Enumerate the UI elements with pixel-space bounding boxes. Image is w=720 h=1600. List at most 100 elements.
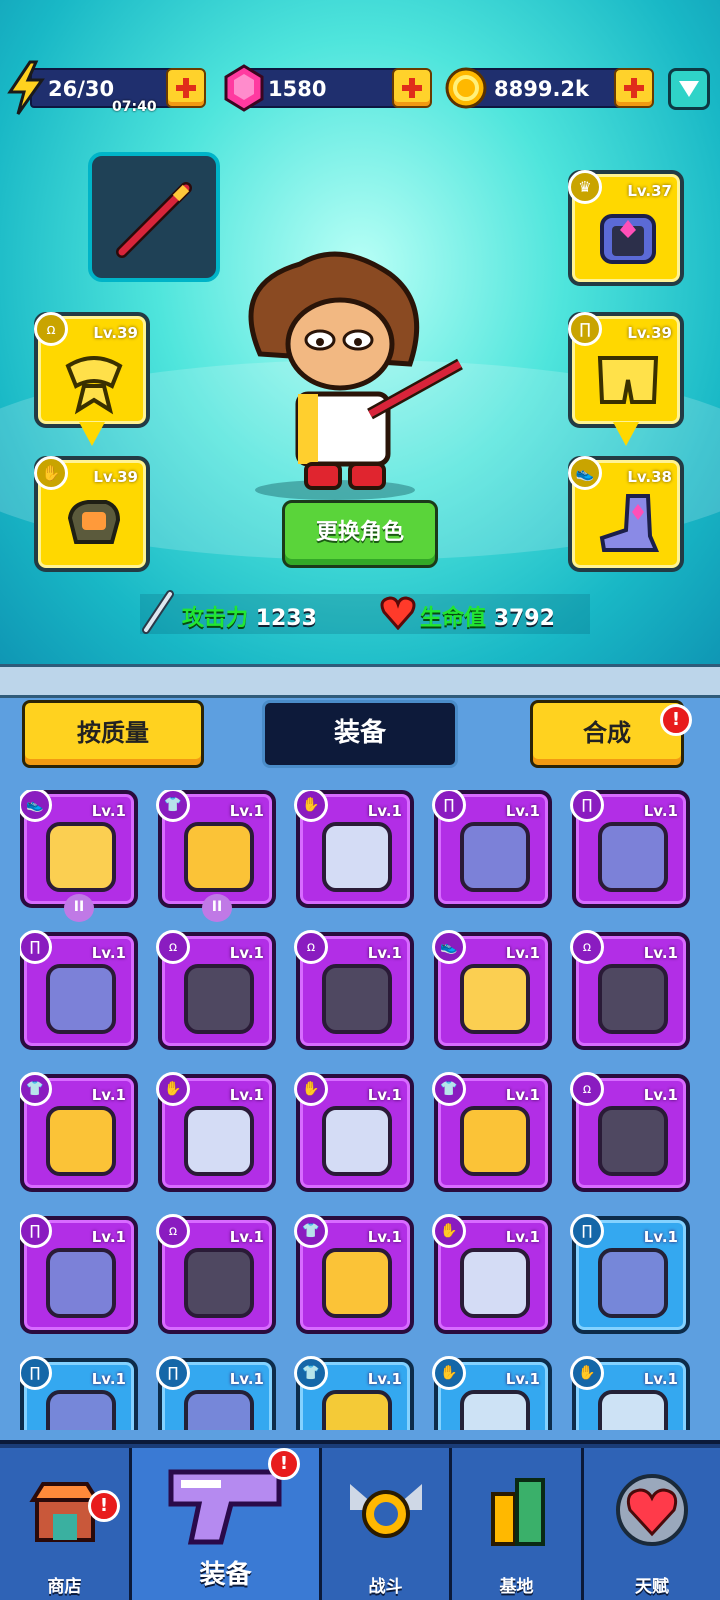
glove-type-icon: ✋ <box>432 1356 466 1390</box>
add-energy-button[interactable] <box>166 68 206 108</box>
shoes-icon <box>460 964 530 1034</box>
item-level: Lv.1 <box>229 1086 264 1104</box>
shop-alert-badge: ! <box>88 1490 120 1522</box>
battle-icon <box>349 1484 422 1538</box>
pants-type-icon: ∏ <box>20 1356 52 1390</box>
pants-icon <box>184 1390 254 1430</box>
inventory-item[interactable]: ꭥ Lv.1 <box>570 930 690 1050</box>
equip-slot-pants[interactable]: ∏ Lv.39 <box>568 312 684 446</box>
pants-type-icon: ∏ <box>432 790 466 822</box>
equip-slot-shoes[interactable]: 👟 Lv.38 <box>568 456 684 572</box>
attack-label: 攻击力 <box>182 606 249 631</box>
pants-icon <box>46 1390 116 1430</box>
inventory-item[interactable]: ✋ Lv.1 <box>294 790 414 908</box>
shirt-slot-icon: ♛ <box>568 170 602 204</box>
glove-icon <box>460 1248 530 1318</box>
item-level: Lv.1 <box>367 802 402 820</box>
upgrade-marker-icon: II <box>64 894 94 922</box>
shirt-icon <box>46 1106 116 1176</box>
equip-slot-helmet[interactable]: ♛ Lv.37 <box>568 170 684 286</box>
merge-button[interactable]: 合成 <box>530 700 684 768</box>
monkey-character <box>248 251 463 500</box>
inventory-item[interactable]: ꭥ Lv.1 <box>156 930 276 1050</box>
inventory-item[interactable]: ✋ Lv.1 <box>432 1356 552 1430</box>
equip-slot-glove[interactable]: ✋ Lv.39 <box>34 456 150 572</box>
inventory-item[interactable]: 👕 Lv.1 <box>294 1214 414 1334</box>
shirt-type-icon: 👕 <box>294 1214 328 1248</box>
stats-bar: 攻击力 1233 生命值 3792 <box>140 590 590 634</box>
pants-icon <box>460 822 530 892</box>
glove-type-icon: ✋ <box>570 1356 604 1390</box>
inventory-item[interactable]: ∏ Lv.1 <box>570 1214 690 1334</box>
item-level: Lv.1 <box>91 944 126 962</box>
talent-icon <box>616 1474 688 1546</box>
shirt-type-icon: 👕 <box>432 1072 466 1106</box>
sword-icon <box>142 590 174 634</box>
pants-icon <box>598 822 668 892</box>
equip-level: Lv.39 <box>93 324 138 342</box>
pants-slot-icon: ∏ <box>568 312 602 346</box>
inventory-item[interactable]: ꭥ Lv.1 <box>570 1072 690 1192</box>
bottom-nav: 商店 ! 装备 ! 战斗 基地 天赋 <box>0 1440 720 1600</box>
nav-battle[interactable]: 战斗 <box>322 1448 452 1600</box>
equip-slot-amulet[interactable]: ꭥ Lv.39 <box>34 312 150 446</box>
nav-talent[interactable]: 天赋 <box>584 1448 720 1600</box>
base-icon <box>490 1478 545 1546</box>
pants-type-icon: ∏ <box>20 930 52 964</box>
pants-type-icon: ∏ <box>20 1214 52 1248</box>
inventory-item[interactable]: ∏ Lv.1 <box>432 790 552 908</box>
weapon-slot[interactable] <box>88 152 220 282</box>
pants-icon <box>46 964 116 1034</box>
inventory-item[interactable]: ∏ Lv.1 <box>156 1356 276 1430</box>
menu-button[interactable] <box>668 68 710 110</box>
inventory-item[interactable]: ✋ Lv.1 <box>294 1072 414 1192</box>
inventory-item[interactable]: ꭥ Lv.1 <box>294 930 414 1050</box>
inventory-item[interactable]: 👕 Lv.1 <box>20 1072 138 1192</box>
inventory-item[interactable]: 👟 Lv.1 II <box>20 790 138 922</box>
nav-equipment[interactable]: 装备 ! <box>132 1448 322 1600</box>
inventory-item[interactable]: ✋ Lv.1 <box>570 1356 690 1430</box>
inventory-item[interactable]: ✋ Lv.1 <box>156 1072 276 1192</box>
glove-icon <box>67 500 121 544</box>
inventory-grid: 👟 Lv.1 II 👕 Lv.1 II ✋ Lv.1 ∏ Lv.1 ∏ Lv.1 ∏ Lv.1 ꭥ Lv.1 ꭥ… <box>20 790 710 1430</box>
coin-bar: 8899.2k <box>466 68 626 108</box>
shirt-type-icon: 👕 <box>294 1356 328 1390</box>
equipment-tab-title: 装备 <box>262 700 458 768</box>
shield-icon <box>679 81 699 97</box>
inventory-item[interactable]: 👕 Lv.1 II <box>156 790 276 922</box>
item-level: Lv.1 <box>643 944 678 962</box>
shoes-type-icon: 👟 <box>432 930 466 964</box>
item-level: Lv.1 <box>367 944 402 962</box>
inventory-item[interactable]: 👕 Lv.1 <box>432 1072 552 1192</box>
nav-talent-label: 天赋 <box>635 1577 669 1597</box>
shirt-icon <box>184 822 254 892</box>
item-level: Lv.1 <box>505 1086 540 1104</box>
item-level: Lv.1 <box>643 1370 678 1388</box>
change-character-button[interactable]: 更换角色 <box>282 500 438 568</box>
shoes-type-icon: 👟 <box>20 790 52 822</box>
pants-icon <box>598 1248 668 1318</box>
add-gem-button[interactable] <box>392 68 432 108</box>
add-coin-button[interactable] <box>614 68 654 108</box>
coin-value: 8899.2k <box>494 77 590 101</box>
inventory-item[interactable]: 👟 Lv.1 <box>432 930 552 1050</box>
item-level: Lv.1 <box>643 1228 678 1246</box>
inventory-item[interactable]: ∏ Lv.1 <box>20 930 138 1050</box>
nav-base[interactable]: 基地 <box>452 1448 584 1600</box>
item-level: Lv.1 <box>229 802 264 820</box>
inventory-item[interactable]: ∏ Lv.1 <box>20 1356 138 1430</box>
glove-type-icon: ✋ <box>294 1072 328 1106</box>
merge-label: 合成 <box>583 719 631 747</box>
gem-bar: 1580 <box>244 68 408 108</box>
inventory-item[interactable]: ✋ Lv.1 <box>432 1214 552 1334</box>
shirt-icon <box>322 1248 392 1318</box>
inventory-item[interactable]: ∏ Lv.1 <box>20 1214 138 1334</box>
inventory-item[interactable]: 👕 Lv.1 <box>294 1356 414 1430</box>
nav-shop[interactable]: 商店 ! <box>0 1448 132 1600</box>
pants-type-icon: ∏ <box>156 1356 190 1390</box>
inventory-item[interactable]: ꭥ Lv.1 <box>156 1214 276 1334</box>
sort-by-quality-button[interactable]: 按质量 <box>22 700 204 768</box>
equip-level: Lv.37 <box>627 182 672 200</box>
amulet-icon <box>598 964 668 1034</box>
inventory-item[interactable]: ∏ Lv.1 <box>570 790 690 908</box>
